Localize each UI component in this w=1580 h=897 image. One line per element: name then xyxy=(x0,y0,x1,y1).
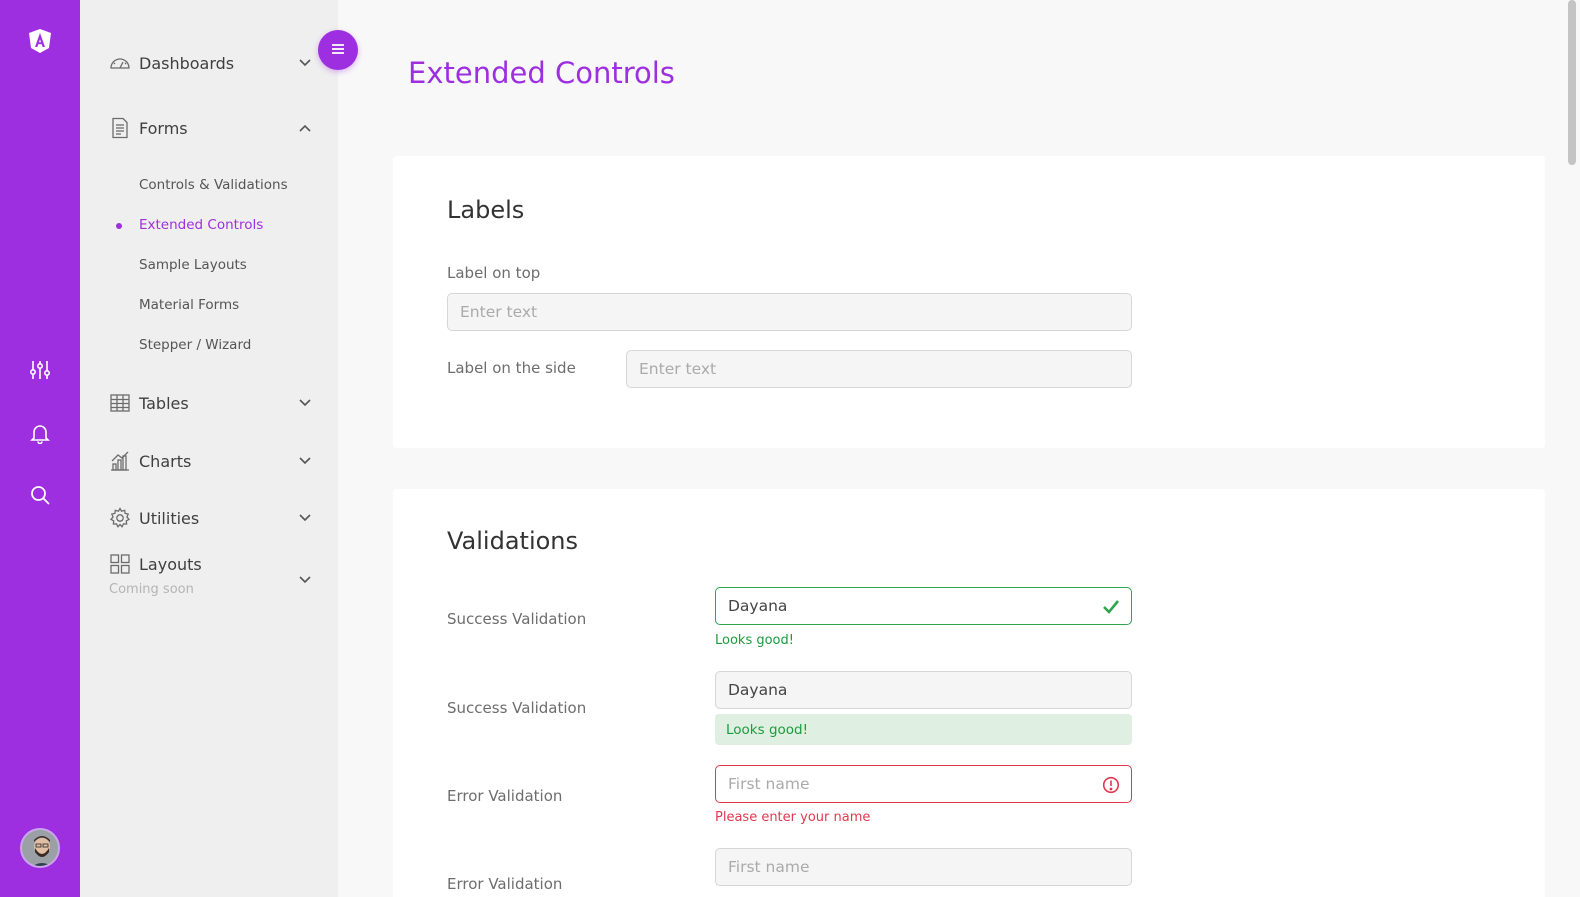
success-input[interactable]: Dayana xyxy=(715,587,1132,625)
error-input-tooltip[interactable]: First name xyxy=(715,848,1132,886)
checkmark-icon xyxy=(1101,597,1121,617)
success-tooltip: Looks good! xyxy=(715,714,1132,745)
sidebar-item-label: Dashboards xyxy=(139,53,235,73)
vertical-scrollbar[interactable] xyxy=(1568,0,1576,897)
active-indicator-dot xyxy=(116,223,122,229)
card-title: Validations xyxy=(447,527,579,555)
success-input-tooltip[interactable]: Dayana xyxy=(715,671,1132,709)
hamburger-icon xyxy=(330,41,346,60)
text-input-top[interactable]: Enter text xyxy=(447,293,1132,331)
chevron-down-icon xyxy=(298,573,312,587)
coming-soon-caption: Coming soon xyxy=(109,582,194,597)
icon-rail xyxy=(0,0,80,897)
grid-icon xyxy=(109,553,131,575)
sidebar-item-dashboards[interactable]: Dashboards xyxy=(109,52,312,74)
sidebar-item-utilities[interactable]: Utilities xyxy=(109,507,312,529)
sliders-icon[interactable] xyxy=(27,357,53,383)
sidebar-item-label: Utilities xyxy=(139,508,200,528)
user-avatar[interactable] xyxy=(20,828,60,868)
sidebar: Dashboards Forms Controls & Validations … xyxy=(80,0,338,897)
validation-label: Success Validation xyxy=(447,610,587,628)
table-icon xyxy=(109,392,131,414)
gauge-icon xyxy=(109,52,131,74)
error-circle-icon xyxy=(1101,775,1121,795)
error-message: Please enter your name xyxy=(715,810,871,825)
sidebar-item-layouts[interactable]: Layouts xyxy=(109,553,312,584)
labels-card: Labels Label on top Enter text Label on … xyxy=(393,156,1545,448)
validation-label: Error Validation xyxy=(447,875,563,893)
sidebar-item-label: Layouts xyxy=(139,554,202,574)
sidebar-subitem-controls-validations[interactable]: Controls & Validations xyxy=(139,177,288,193)
sidebar-item-label: Forms xyxy=(139,118,188,138)
chevron-down-icon xyxy=(298,56,312,70)
sidebar-subitem-stepper-wizard[interactable]: Stepper / Wizard xyxy=(139,337,251,353)
sidebar-item-tables[interactable]: Tables xyxy=(109,392,312,414)
bell-icon[interactable] xyxy=(27,420,53,446)
card-title: Labels xyxy=(447,196,525,224)
validation-label: Error Validation xyxy=(447,787,563,805)
success-message: Looks good! xyxy=(715,633,794,648)
scrollbar-thumb[interactable] xyxy=(1568,0,1576,165)
sidebar-item-forms[interactable]: Forms xyxy=(109,117,312,139)
error-input[interactable]: First name xyxy=(715,765,1132,803)
angular-logo-icon[interactable] xyxy=(27,28,53,54)
chevron-up-icon xyxy=(298,121,312,135)
sidebar-item-charts[interactable]: Charts xyxy=(109,450,312,472)
chevron-down-icon xyxy=(298,511,312,525)
sidebar-subitem-extended-controls[interactable]: Extended Controls xyxy=(139,217,263,233)
label-on-side: Label on the side xyxy=(447,359,576,377)
validation-label: Success Validation xyxy=(447,699,587,717)
sidebar-subitem-sample-layouts[interactable]: Sample Layouts xyxy=(139,257,247,273)
bar-chart-icon xyxy=(109,450,131,472)
sidebar-item-label: Charts xyxy=(139,451,192,471)
gear-icon xyxy=(109,507,131,529)
chevron-down-icon xyxy=(298,454,312,468)
search-icon[interactable] xyxy=(27,482,53,508)
chevron-down-icon xyxy=(298,396,312,410)
page-title: Extended Controls xyxy=(408,56,675,90)
document-icon xyxy=(109,117,131,139)
validations-card: Validations Success Validation Dayana Lo… xyxy=(393,489,1545,897)
label-on-top: Label on top xyxy=(447,264,541,282)
sidebar-subitem-material-forms[interactable]: Material Forms xyxy=(139,297,239,313)
text-input-side[interactable]: Enter text xyxy=(626,350,1132,388)
sidebar-toggle-button[interactable] xyxy=(318,30,358,70)
sidebar-item-label: Tables xyxy=(139,393,189,413)
